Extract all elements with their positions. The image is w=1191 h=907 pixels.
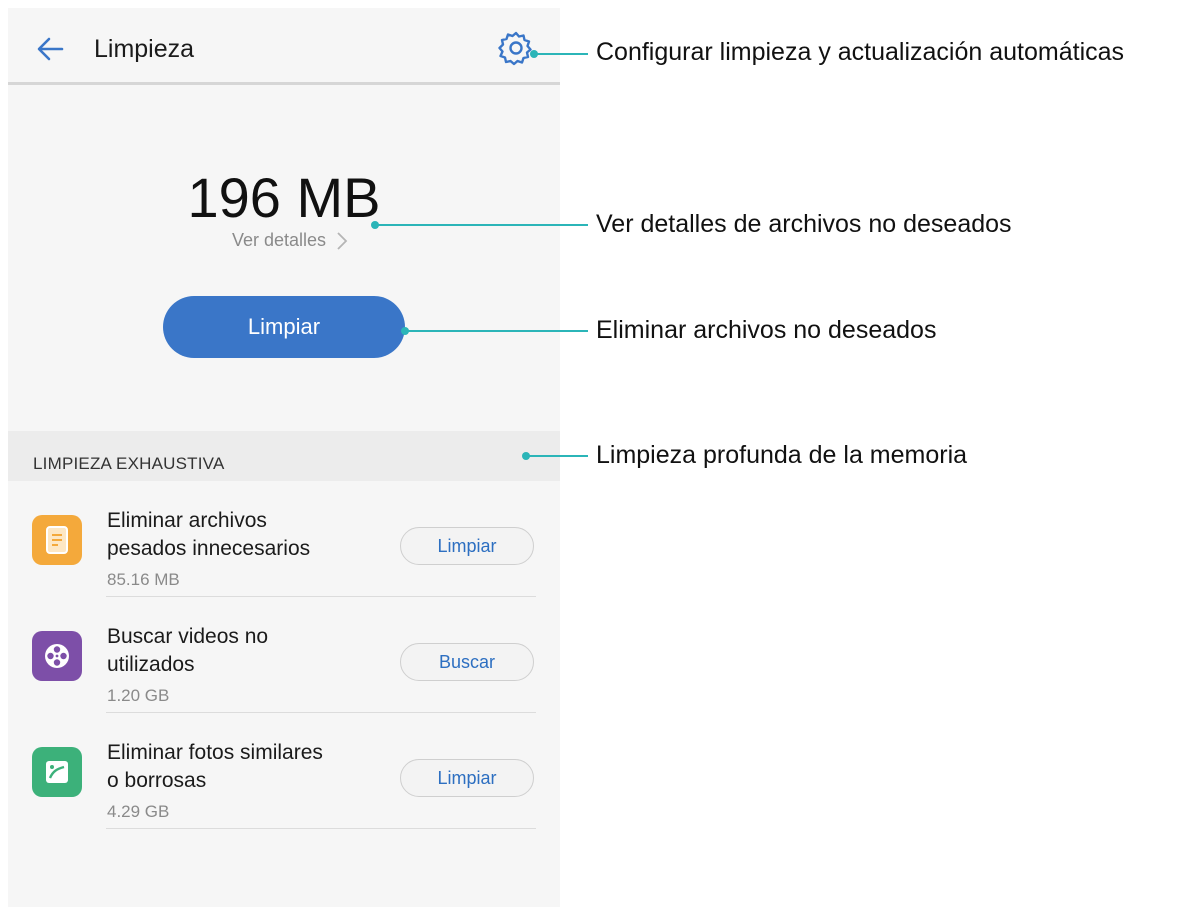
search-videos-button[interactable]: Buscar — [400, 643, 534, 681]
item-size: 4.29 GB — [107, 802, 170, 821]
item-size: 1.20 GB — [107, 686, 170, 705]
item-title-line: utilizados — [107, 653, 195, 676]
callout-line — [405, 330, 588, 332]
item-title-line: Eliminar archivos — [107, 509, 267, 532]
list-item[interactable]: Buscar videos no utilizados 1.20 GB Busc… — [8, 597, 560, 713]
callout-deep-clean: Limpieza profunda de la memoria — [596, 441, 968, 469]
item-title-line: Eliminar fotos similares — [107, 741, 323, 764]
item-title: Eliminar fotos similares o borrosas — [107, 739, 387, 795]
back-arrow-icon[interactable] — [34, 32, 68, 66]
item-title: Eliminar archivos pesados innecesarios — [107, 507, 387, 563]
app-bar: Limpieza — [8, 8, 560, 82]
row-divider — [106, 828, 536, 829]
section-header: LIMPIEZA EXHAUSTIVA — [8, 431, 560, 481]
view-details-link[interactable]: Ver detalles — [232, 230, 348, 251]
clean-photos-button[interactable]: Limpiar — [400, 759, 534, 797]
gear-icon[interactable] — [498, 30, 534, 66]
list-item[interactable]: Eliminar fotos similares o borrosas 4.29… — [8, 713, 560, 829]
clean-large-files-button[interactable]: Limpiar — [400, 527, 534, 565]
phone-screen: Limpieza 196 MB Ver detalles Limpiar LIM… — [8, 8, 560, 907]
item-title-line: o borrosas — [107, 769, 207, 792]
junk-size-value: 196 MB — [187, 166, 381, 229]
clean-button[interactable]: Limpiar — [163, 296, 405, 358]
list-item[interactable]: Eliminar archivos pesados innecesarios 8… — [8, 481, 560, 597]
section-title: LIMPIEZA EXHAUSTIVA — [33, 454, 225, 473]
chevron-right-icon — [337, 231, 348, 250]
image-icon — [32, 747, 82, 797]
page-title: Limpieza — [94, 35, 195, 63]
app-bar-divider — [8, 82, 560, 85]
item-title-line: pesados innecesarios — [107, 537, 311, 560]
callout-settings: Configurar limpieza y actualización auto… — [596, 38, 1125, 66]
callout-clean: Eliminar archivos no deseados — [596, 316, 937, 344]
item-title: Buscar videos no utilizados — [107, 623, 387, 679]
view-details-label: Ver detalles — [232, 230, 327, 250]
callout-line — [375, 224, 588, 226]
callout-line — [534, 53, 588, 55]
callout-details: Ver detalles de archivos no deseados — [596, 210, 1012, 238]
item-title-line: Buscar videos no — [107, 625, 269, 648]
document-icon — [32, 515, 82, 565]
film-reel-icon — [32, 631, 82, 681]
item-size: 85.16 MB — [107, 570, 180, 589]
callout-line — [526, 455, 588, 457]
